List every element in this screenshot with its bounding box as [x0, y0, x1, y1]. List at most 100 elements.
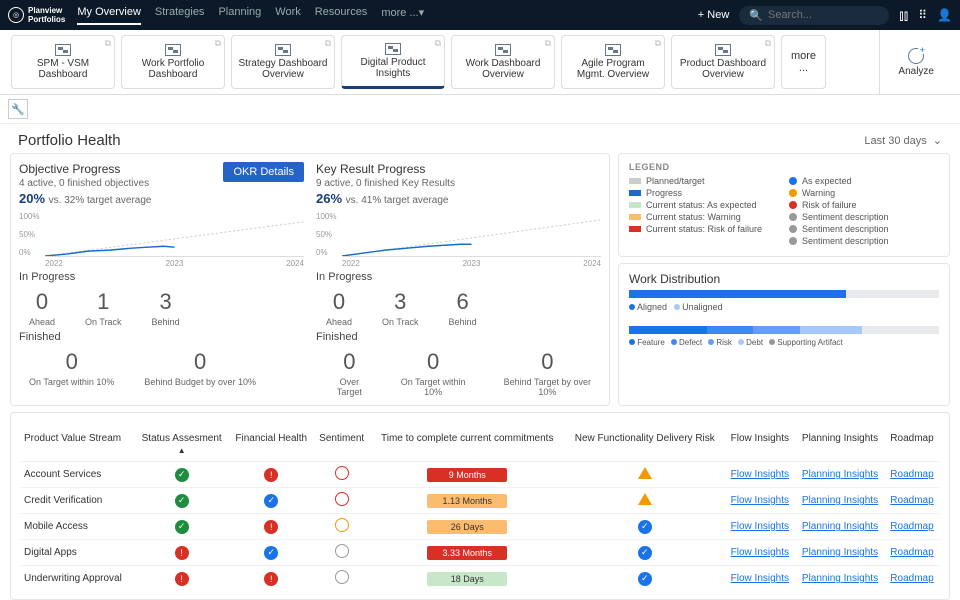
col-head[interactable]: Planning Insights: [795, 429, 885, 462]
in-progress-label: In Progress: [316, 271, 601, 283]
col-head[interactable]: Product Value Stream: [21, 429, 135, 462]
warning-icon: [638, 467, 652, 479]
user-icon[interactable]: 👤: [937, 8, 952, 22]
planning-insights-link[interactable]: Planning Insights: [802, 547, 878, 558]
alert-icon: !: [175, 572, 189, 586]
alert-icon: !: [175, 546, 189, 560]
planning-insights-link[interactable]: Planning Insights: [802, 573, 878, 584]
col-head[interactable]: Financial Health: [229, 429, 314, 462]
pct: 20%: [19, 191, 45, 206]
brand-l1: Planview: [28, 6, 65, 15]
time-pill: 26 Days: [427, 520, 507, 534]
roadmap-link[interactable]: Roadmap: [890, 495, 933, 506]
sentiment-icon: [335, 492, 349, 506]
date-range-select[interactable]: Last 30 days ⌄: [864, 134, 942, 147]
col-head[interactable]: Flow Insights: [725, 429, 795, 462]
okr-details-button[interactable]: OKR Details: [223, 162, 304, 182]
flow-insights-link[interactable]: Flow Insights: [731, 495, 789, 506]
tab-spm-vsm-dashboard[interactable]: ⧉SPM - VSM Dashboard: [11, 35, 115, 89]
brand-logo: ◎ PlanviewPortfolios: [8, 6, 65, 24]
counter: 0Ahead: [29, 289, 55, 327]
tab-digital-product-insights[interactable]: ⧉Digital Product Insights: [341, 35, 445, 89]
tab-work-dashboard-overview[interactable]: ⧉Work Dashboard Overview: [451, 35, 555, 89]
new-button[interactable]: + New: [698, 9, 730, 21]
time-pill: 9 Months: [427, 468, 507, 482]
dashboard-icon: [55, 44, 71, 56]
in-progress-label: In Progress: [19, 271, 304, 283]
table-row: Mobile Access✓!26 Days✓Flow InsightsPlan…: [21, 514, 939, 540]
card-title: Work Distribution: [629, 272, 939, 286]
counter: 3On Track: [382, 289, 419, 327]
col-head[interactable]: Roadmap: [885, 429, 939, 462]
tab-strategy-dashboard-overview[interactable]: ⧉Strategy Dashboard Overview: [231, 35, 335, 89]
planning-insights-link[interactable]: Planning Insights: [802, 521, 878, 532]
counter: 0Over Target: [326, 349, 373, 397]
nav-my-overview[interactable]: My Overview: [77, 6, 141, 25]
counter: 0Ahead: [326, 289, 352, 327]
wrench-button[interactable]: 🔧: [8, 99, 28, 119]
value-stream-table-card: Product Value StreamStatus Assesment▲Fin…: [10, 412, 950, 600]
flow-insights-link[interactable]: Flow Insights: [731, 573, 789, 584]
roadmap-link[interactable]: Roadmap: [890, 547, 933, 558]
search-input[interactable]: [768, 9, 868, 21]
flow-insights-link[interactable]: Flow Insights: [731, 547, 789, 558]
toolbar: 🔧: [0, 95, 960, 124]
value-stream-table: Product Value StreamStatus Assesment▲Fin…: [21, 429, 939, 591]
col-head[interactable]: Sentiment: [314, 429, 370, 462]
check-icon: ✓: [638, 520, 652, 534]
counter: 3Behind: [152, 289, 180, 327]
card-sub: 9 active, 0 finished Key Results: [316, 178, 601, 189]
counter: 0On Target within 10%: [391, 349, 476, 397]
col-head[interactable]: Status Assesment▲: [135, 429, 229, 462]
nav-work[interactable]: Work: [275, 6, 300, 25]
check-icon: ✓: [638, 546, 652, 560]
pct: 26%: [316, 191, 342, 206]
top-nav: My Overview Strategies Planning Work Resourc…: [77, 6, 424, 25]
nav-more-[interactable]: more ...▾: [381, 6, 424, 25]
external-icon: ⧉: [765, 38, 771, 49]
search-icon: 🔍: [749, 9, 763, 22]
roadmap-link[interactable]: Roadmap: [890, 469, 933, 480]
objective-progress-card: OKR Details Objective Progress 4 active,…: [19, 162, 304, 397]
legend-card: LEGEND Planned/targetProgressCurrent sta…: [618, 153, 950, 257]
section-title: Portfolio Health: [18, 132, 121, 149]
external-icon: ⧉: [545, 38, 551, 49]
sentiment-icon: [335, 570, 349, 584]
search-box[interactable]: 🔍: [739, 6, 889, 25]
apps-icon[interactable]: ⠿: [918, 8, 927, 22]
tab-work-portfolio-dashboard[interactable]: ⧉Work Portfolio Dashboard: [121, 35, 225, 89]
flow-insights-link[interactable]: Flow Insights: [731, 521, 789, 532]
brand-l2: Portfolios: [28, 15, 65, 24]
tab-product-dashboard-overview[interactable]: ⧉Product Dashboard Overview: [671, 35, 775, 89]
pct-vs: vs. 41% target average: [346, 195, 449, 206]
objective-chart: 100%50%0% 202220232024: [19, 212, 304, 267]
nav-resources[interactable]: Resources: [315, 6, 368, 25]
nav-planning[interactable]: Planning: [218, 6, 261, 25]
dashboard-icon: [495, 44, 511, 56]
finished-label: Finished: [316, 331, 601, 343]
col-head[interactable]: New Functionality Delivery Risk: [565, 429, 725, 462]
col-head[interactable]: Time to complete current commitments: [370, 429, 565, 462]
tab-agile-program-mgmt-overview[interactable]: ⧉Agile Program Mgmt. Overview: [561, 35, 665, 89]
planning-insights-link[interactable]: Planning Insights: [802, 469, 878, 480]
check-icon: ✓: [264, 546, 278, 560]
card-title: Key Result Progress: [316, 162, 601, 176]
time-pill: 1.13 Months: [427, 494, 507, 508]
flow-insights-link[interactable]: Flow Insights: [731, 469, 789, 480]
roadmap-link[interactable]: Roadmap: [890, 521, 933, 532]
alert-icon: !: [264, 572, 278, 586]
dashboard-icon: [275, 44, 291, 56]
chevron-down-icon: ⌄: [933, 134, 942, 147]
roadmap-link[interactable]: Roadmap: [890, 573, 933, 584]
planning-insights-link[interactable]: Planning Insights: [802, 495, 878, 506]
tab-more[interactable]: more ...: [781, 35, 826, 89]
table-row: Credit Verification✓✓1.13 MonthsFlow Ins…: [21, 488, 939, 514]
pct-vs: vs. 32% target average: [49, 195, 152, 206]
sentiment-icon: [335, 518, 349, 532]
nav-strategies[interactable]: Strategies: [155, 6, 205, 25]
book-icon[interactable]: ⫾⫾: [899, 7, 908, 24]
counter: 0Behind Budget by over 10%: [144, 349, 256, 387]
external-icon: ⧉: [215, 38, 221, 49]
analyze-button[interactable]: Analyze: [879, 30, 952, 94]
check-icon: ✓: [264, 494, 278, 508]
